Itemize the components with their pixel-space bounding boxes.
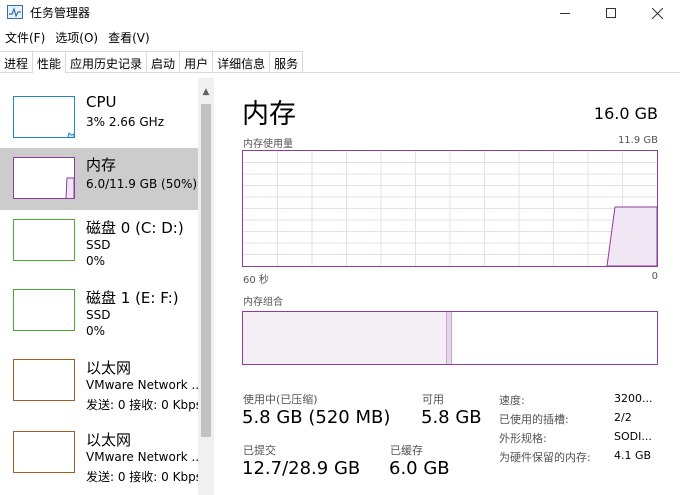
memory-usage-area	[606, 206, 657, 266]
committed-label: 已提交	[243, 444, 276, 457]
resource-sidebar: CPU 3% 2.66 GHz 内存 6.0/11.9 GB (50%) 磁盘 …	[0, 78, 214, 495]
cached-label: 已缓存	[390, 444, 423, 457]
disk-1-thumbnail-graph	[13, 289, 75, 331]
memory-detail-panel: 内存 16.0 GB 内存使用量 11.9 GB 60 秒 0 内存组合 使用中…	[214, 78, 680, 495]
window-title: 任务管理器	[30, 6, 91, 20]
minimize-icon	[560, 12, 570, 14]
tab-startup[interactable]: 启动	[147, 51, 181, 73]
usage-graph-label: 内存使用量	[243, 139, 293, 150]
ethernet-1-thumbnail-graph	[13, 359, 75, 401]
slots-used-label: 已使用的插槽:	[499, 413, 569, 426]
cached-value: 6.0 GB	[389, 458, 450, 479]
sidebar-item-title: CPU	[86, 93, 117, 111]
sidebar-item-throughput: 发送: 0 接收: 0 Kbps	[86, 470, 198, 484]
close-button[interactable]	[634, 0, 680, 26]
form-factor-label: 外形规格:	[499, 432, 547, 445]
sidebar-item-ethernet-1[interactable]: 以太网 VMware Network ... 发送: 0 接收: 0 Kbps	[0, 357, 198, 423]
sidebar-scrollbar[interactable]: ▲	[198, 78, 214, 495]
tab-bar: 进程 性能 应用历史记录 启动 用户 详细信息 服务	[0, 51, 680, 74]
slots-used-value: 2/2	[614, 411, 632, 424]
scroll-up-arrow-icon[interactable]: ▲	[198, 84, 214, 100]
memory-usage-graph	[242, 150, 658, 267]
speed-value: 3200...	[614, 392, 653, 405]
title-bar: 任务管理器	[0, 0, 680, 26]
sidebar-item-detail: SSD	[86, 238, 111, 252]
menu-bar: 文件(F) 选项(O) 查看(V)	[0, 27, 155, 47]
menu-file[interactable]: 文件(F)	[0, 27, 50, 47]
sidebar-item-title: 磁盘 1 (E: F:)	[86, 289, 179, 307]
sidebar-item-detail: VMware Network ...	[86, 450, 198, 464]
ethernet-2-thumbnail-graph	[13, 431, 75, 473]
hardware-reserved-label: 为硬件保留的内存:	[499, 451, 591, 464]
available-value: 5.8 GB	[421, 407, 482, 428]
sidebar-item-ethernet-2[interactable]: 以太网 VMware Network ... 发送: 0 接收: 0 Kbps	[0, 429, 198, 495]
memory-total: 16.0 GB	[593, 104, 658, 123]
sidebar-item-detail: 6.0/11.9 GB (50%)	[86, 177, 198, 191]
available-label: 可用	[422, 393, 444, 406]
memory-composition-graph	[242, 311, 658, 365]
sidebar-item-detail: SSD	[86, 308, 111, 322]
sidebar-item-usage: 0%	[86, 254, 106, 268]
sidebar-item-memory[interactable]: 内存 6.0/11.9 GB (50%)	[0, 148, 198, 210]
speed-label: 速度:	[499, 394, 525, 407]
sidebar-item-throughput: 发送: 0 接收: 0 Kbps	[86, 398, 198, 412]
tab-services[interactable]: 服务	[270, 51, 304, 73]
cpu-thumbnail-graph	[13, 96, 75, 138]
sidebar-item-title: 内存	[86, 156, 117, 174]
sidebar-item-usage: 0%	[86, 324, 106, 338]
sidebar-item-disk-0[interactable]: 磁盘 0 (C: D:) SSD 0%	[0, 217, 198, 281]
graph-time-end: 0	[651, 271, 658, 282]
tab-performance[interactable]: 性能	[33, 51, 67, 74]
close-icon	[651, 7, 663, 19]
in-use-label: 使用中(已压缩)	[243, 393, 318, 406]
sidebar-item-title: 以太网	[86, 359, 132, 377]
sidebar-item-title: 以太网	[86, 431, 132, 449]
tab-details[interactable]: 详细信息	[213, 51, 271, 73]
composition-modified-segment	[446, 312, 452, 364]
memory-thumbnail-graph	[13, 157, 75, 199]
usage-graph-max: 11.9 GB	[617, 135, 658, 146]
page-title: 内存	[242, 99, 296, 130]
maximize-button[interactable]	[588, 0, 634, 26]
menu-view[interactable]: 查看(V)	[103, 27, 155, 47]
hardware-reserved-value: 4.1 GB	[614, 449, 652, 462]
scrollbar-thumb[interactable]	[201, 104, 211, 437]
sidebar-item-disk-1[interactable]: 磁盘 1 (E: F:) SSD 0%	[0, 287, 198, 351]
menu-options[interactable]: 选项(O)	[50, 27, 103, 47]
sidebar-item-cpu[interactable]: CPU 3% 2.66 GHz	[0, 78, 198, 141]
graph-time-start: 60 秒	[243, 275, 269, 286]
tab-processes[interactable]: 进程	[0, 51, 34, 73]
in-use-value: 5.8 GB (520 MB)	[242, 407, 391, 428]
sidebar-item-detail: 3% 2.66 GHz	[86, 115, 165, 129]
minimize-button[interactable]	[542, 0, 588, 26]
composition-graph-label: 内存组合	[243, 297, 283, 308]
sidebar-item-detail: VMware Network ...	[86, 378, 198, 392]
tab-users[interactable]: 用户	[180, 51, 214, 73]
committed-value: 12.7/28.9 GB	[242, 458, 361, 479]
composition-in-use-segment	[243, 312, 446, 364]
form-factor-value: SODI...	[614, 430, 652, 443]
disk-0-thumbnail-graph	[13, 219, 75, 261]
maximize-icon	[606, 8, 616, 18]
sidebar-item-title: 磁盘 0 (C: D:)	[86, 219, 184, 237]
task-manager-icon	[7, 5, 23, 19]
tab-app-history[interactable]: 应用历史记录	[66, 51, 148, 73]
